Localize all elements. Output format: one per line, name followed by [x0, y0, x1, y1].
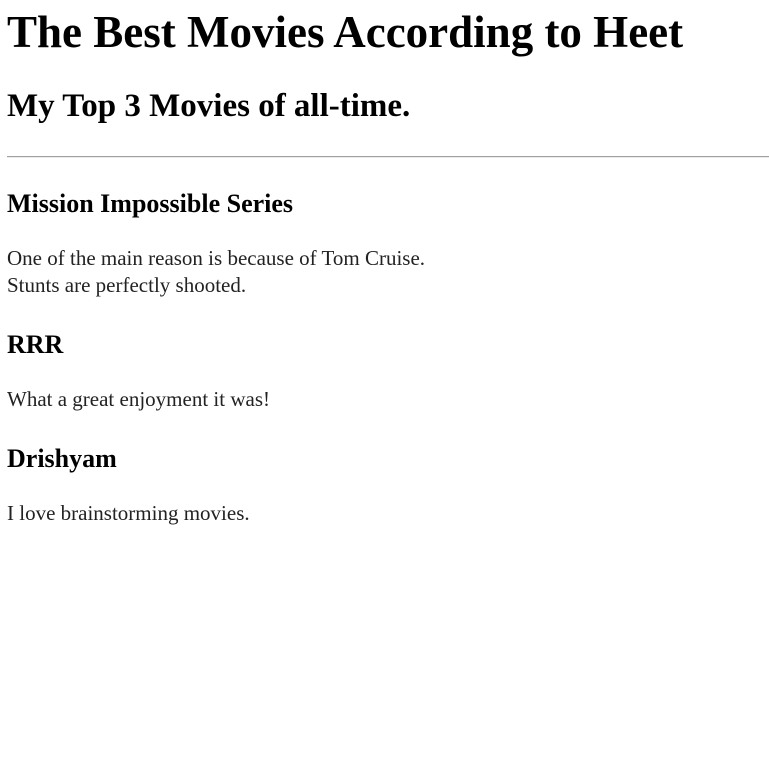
- movie-title: Drishyam: [7, 444, 117, 473]
- movie-description-line: What a great enjoyment it was!: [7, 387, 270, 411]
- movie-description: I love brainstorming movies.: [7, 500, 769, 527]
- movie-title: Mission Impossible Series: [7, 189, 294, 218]
- movie-description-line: One of the main reason is because of Tom…: [7, 246, 426, 270]
- movie-description: What a great enjoyment it was!: [7, 386, 769, 413]
- movie-title: RRR: [7, 330, 64, 359]
- movie-description-line: Stunts are perfectly shooted.: [7, 273, 247, 297]
- movie-item-rrr: RRR What a great enjoyment it was!: [7, 329, 769, 413]
- page-title: The Best Movies According to Heet: [7, 7, 684, 57]
- movie-item-mission-impossible: Mission Impossible Series One of the mai…: [7, 188, 769, 299]
- page-subtitle: My Top 3 Movies of all-time.: [7, 88, 411, 124]
- movie-item-drishyam: Drishyam I love brainstorming movies.: [7, 443, 769, 527]
- movie-description: One of the main reason is because of Tom…: [7, 245, 769, 299]
- movie-description-line: I love brainstorming movies.: [7, 501, 250, 525]
- divider: [7, 156, 769, 158]
- page-content: The Best Movies According to Heet My Top…: [0, 0, 769, 527]
